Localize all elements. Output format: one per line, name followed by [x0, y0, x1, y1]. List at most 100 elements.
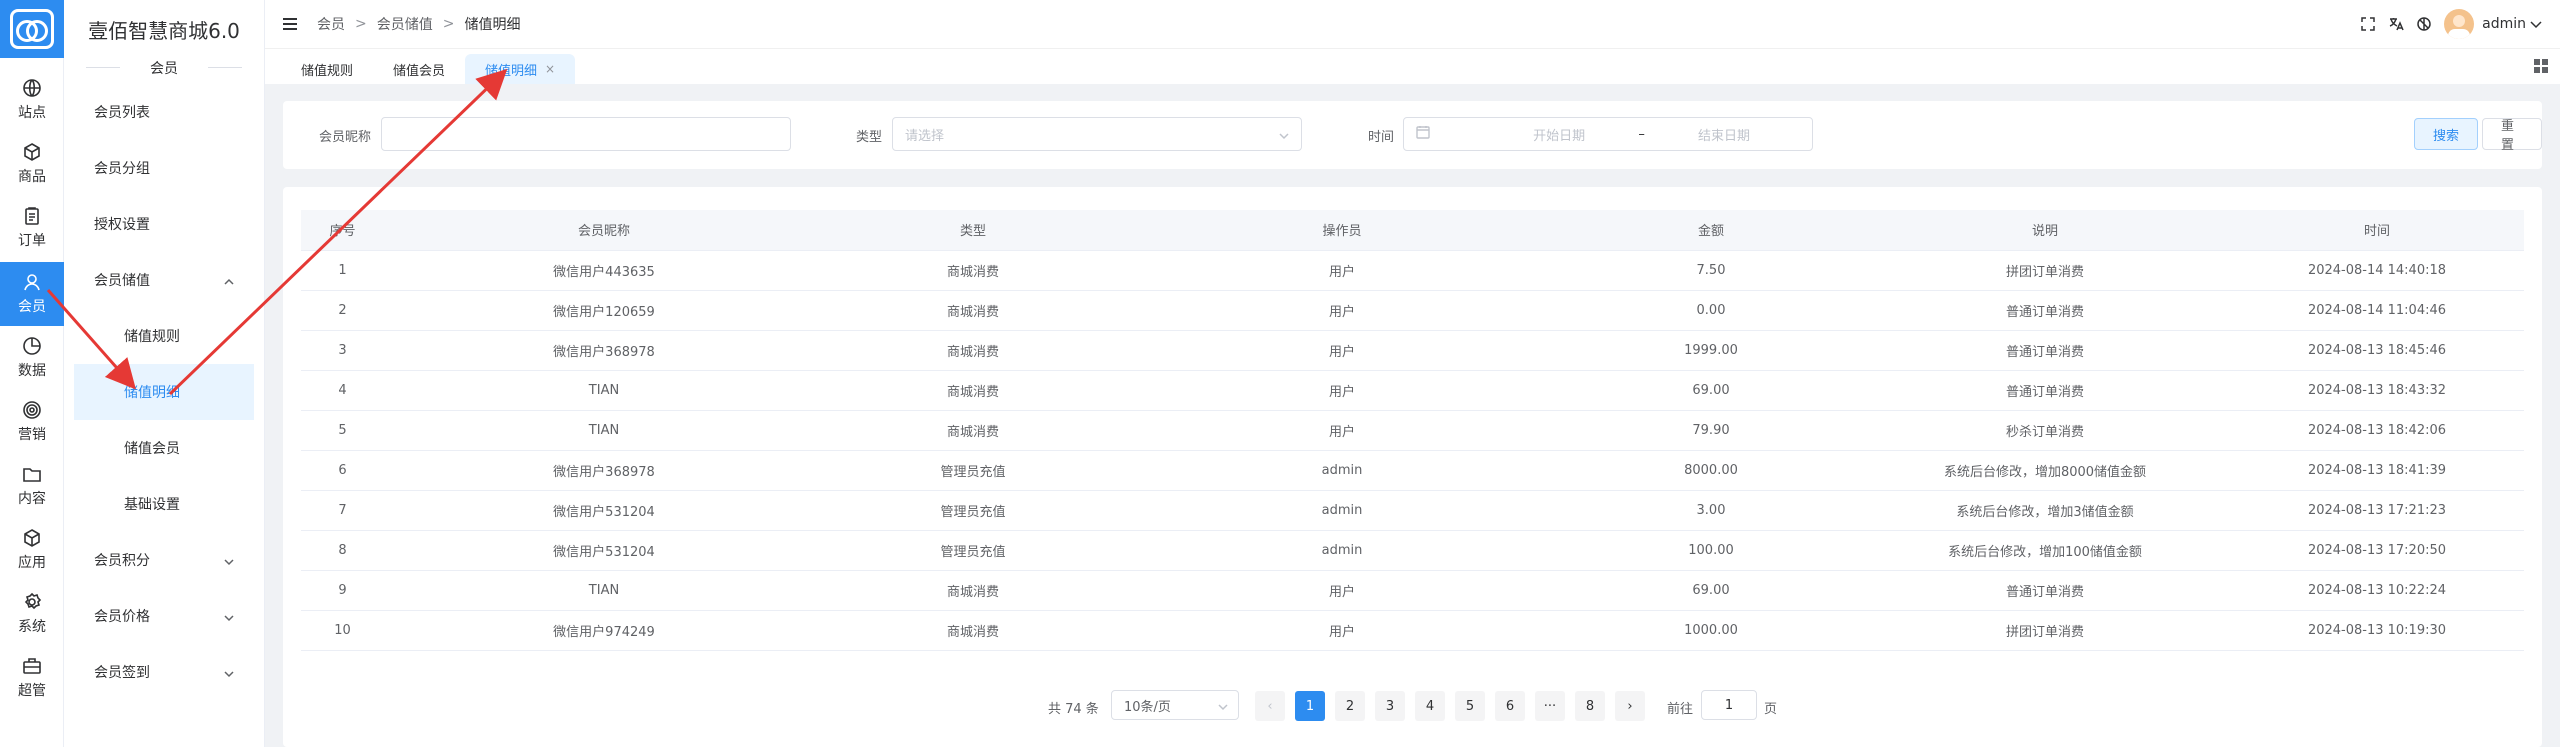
table-cell: 8000.00 — [1562, 450, 1860, 491]
page-button[interactable]: 8 — [1575, 691, 1605, 721]
table-cell: 商城消费 — [824, 290, 1122, 331]
rail-item-data[interactable]: 数据 — [0, 326, 64, 390]
table-cell: 用户 — [1122, 570, 1562, 611]
table-cell: 用户 — [1122, 250, 1562, 291]
start-date[interactable]: 开始日期 — [1533, 125, 1585, 144]
table-cell: 系统后台修改，增加8000储值金额 — [1860, 450, 2230, 491]
chevron-down-icon — [224, 667, 234, 678]
table-cell: 微信用户531204 — [384, 530, 824, 571]
sidebar-item-points[interactable]: 会员积分 — [64, 532, 264, 588]
rail-item-system[interactable]: 系统 — [0, 582, 64, 646]
table-cell: 69.00 — [1562, 370, 1860, 411]
table-cell: 用户 — [1122, 290, 1562, 331]
sidebar-item-auth-settings[interactable]: 授权设置 — [64, 196, 264, 252]
sidebar-item-stored-value[interactable]: 会员储值 — [64, 252, 264, 308]
rail-item-apps[interactable]: 应用 — [0, 518, 64, 582]
cube-icon — [24, 529, 40, 547]
table-cell: 微信用户531204 — [384, 490, 824, 531]
date-range-picker[interactable]: 开始日期 – 结束日期 — [1403, 117, 1813, 151]
avatar[interactable] — [2444, 9, 2475, 39]
rail-item-orders[interactable]: 订单 — [0, 196, 64, 260]
table-cell: 6 — [301, 450, 384, 491]
page-size-select[interactable]: 10条/页 — [1111, 690, 1239, 720]
chevron-down-icon — [1218, 701, 1228, 711]
column-header: 操作员 — [1122, 210, 1562, 251]
rail-item-marketing[interactable]: 营销 — [0, 390, 64, 454]
type-select[interactable]: 请选择 — [892, 117, 1302, 151]
tab-stored-value-rules[interactable]: 储值规则 — [281, 54, 373, 84]
table-cell: 商城消费 — [824, 250, 1122, 291]
sidebar-subitem-members[interactable]: 储值会员 — [74, 420, 254, 476]
table-cell: 普通订单消费 — [1860, 570, 2230, 611]
page-button[interactable]: 1 — [1295, 691, 1325, 721]
breadcrumb-separator: > — [355, 16, 367, 32]
search-form: 会员昵称 类型 请选择 时间 开始日期 – 结束日期 搜索 重置 — [283, 101, 2542, 169]
rail-item-goods[interactable]: 商品 — [0, 132, 64, 196]
menu-toggle-icon[interactable] — [283, 18, 297, 30]
sidebar-item-price[interactable]: 会员价格 — [64, 588, 264, 644]
table-cell: admin — [1122, 490, 1562, 531]
folder-icon — [23, 468, 41, 482]
table-cell: 9 — [301, 570, 384, 611]
page-button[interactable]: 4 — [1415, 691, 1445, 721]
table-cell: 2024-08-13 18:43:32 — [2230, 370, 2524, 411]
column-header: 类型 — [824, 210, 1122, 251]
table-cell: 普通订单消费 — [1860, 330, 2230, 371]
rail-item-members[interactable]: 会员 — [0, 262, 64, 326]
table-cell: 0.00 — [1562, 290, 1860, 331]
nickname-input[interactable] — [394, 126, 778, 142]
page-button[interactable]: 2 — [1335, 691, 1365, 721]
pie-chart-icon — [23, 337, 41, 355]
sidebar-subitem-basic[interactable]: 基础设置 — [74, 476, 254, 532]
table-cell: 用户 — [1122, 410, 1562, 451]
table-cell: 2024-08-13 17:21:23 — [2230, 490, 2524, 531]
stored-value-table: 序号 会员昵称 类型 操作员 金额 说明 时间 1 微信用户443635 商城消费用… — [301, 210, 2524, 651]
table-cell: 商城消费 — [824, 570, 1122, 611]
top-header: 会员 > 会员储值 > 储值明细 admin — [265, 0, 2560, 48]
table-row: 8 微信用户531204 管理员充值 admin 100.00 系统后台修改，增加100储… — [301, 530, 2524, 571]
close-icon[interactable]: × — [545, 62, 555, 76]
table-cell: TIAN — [384, 570, 824, 611]
prev-page-button[interactable]: ‹ — [1255, 691, 1285, 721]
more-pages-button[interactable]: ··· — [1535, 691, 1565, 721]
end-date[interactable]: 结束日期 — [1698, 125, 1750, 144]
sidebar-item-member-group[interactable]: 会员分组 — [64, 140, 264, 196]
sidebar-subitem-rules[interactable]: 储值规则 — [74, 308, 254, 364]
tabs-menu-icon[interactable] — [2534, 59, 2548, 73]
tab-stored-value-details[interactable]: 储值明细 × — [465, 54, 576, 84]
table-row: 9 TIAN 商城消费 用户 69.00 普通订单消费 2024-08-13 10:22:2… — [301, 570, 2524, 611]
page-button[interactable]: 5 — [1455, 691, 1485, 721]
app-logo[interactable] — [0, 0, 64, 58]
theme-icon[interactable] — [2416, 16, 2432, 32]
icon-rail: 站点 商品 订单 会员 数据 营销 内容 应用 系统 超管 — [0, 0, 64, 747]
rail-item-content[interactable]: 内容 — [0, 454, 64, 518]
search-button[interactable]: 搜索 — [2414, 118, 2479, 150]
page-button[interactable]: 3 — [1375, 691, 1405, 721]
sidebar-item-member-list[interactable]: 会员列表 — [64, 84, 264, 140]
translate-icon[interactable] — [2388, 16, 2404, 32]
reset-button[interactable]: 重置 — [2482, 118, 2542, 153]
username[interactable]: admin — [2482, 16, 2526, 32]
type-label: 类型 — [856, 130, 883, 145]
breadcrumb-item[interactable]: 会员储值 — [377, 14, 433, 34]
tab-stored-value-members[interactable]: 储值会员 — [373, 54, 465, 84]
page-button[interactable]: 6 — [1495, 691, 1525, 721]
rail-item-site[interactable]: 站点 — [0, 68, 64, 132]
next-page-button[interactable]: › — [1615, 691, 1645, 721]
settings-icon — [24, 592, 42, 610]
fullscreen-icon[interactable] — [2360, 16, 2376, 32]
table-cell: 商城消费 — [824, 410, 1122, 451]
table-cell: 69.00 — [1562, 570, 1860, 611]
logo-mark — [10, 9, 54, 49]
breadcrumb: 会员 > 会员储值 > 储值明细 — [317, 14, 520, 34]
goto-page-input[interactable]: 1 — [1701, 690, 1757, 720]
chevron-down-icon[interactable] — [2528, 16, 2542, 32]
table-cell: 商城消费 — [824, 330, 1122, 371]
chevron-up-icon — [224, 275, 234, 285]
table-row: 7 微信用户531204 管理员充值 admin 3.00 系统后台修改，增加3储值金额 2… — [301, 490, 2524, 531]
table-cell: 微信用户368978 — [384, 330, 824, 371]
table-cell: 管理员充值 — [824, 530, 1122, 571]
sidebar-subitem-details[interactable]: 储值明细 — [74, 364, 254, 420]
breadcrumb-item[interactable]: 会员 — [317, 14, 345, 34]
breadcrumb-current: 储值明细 — [464, 17, 521, 33]
